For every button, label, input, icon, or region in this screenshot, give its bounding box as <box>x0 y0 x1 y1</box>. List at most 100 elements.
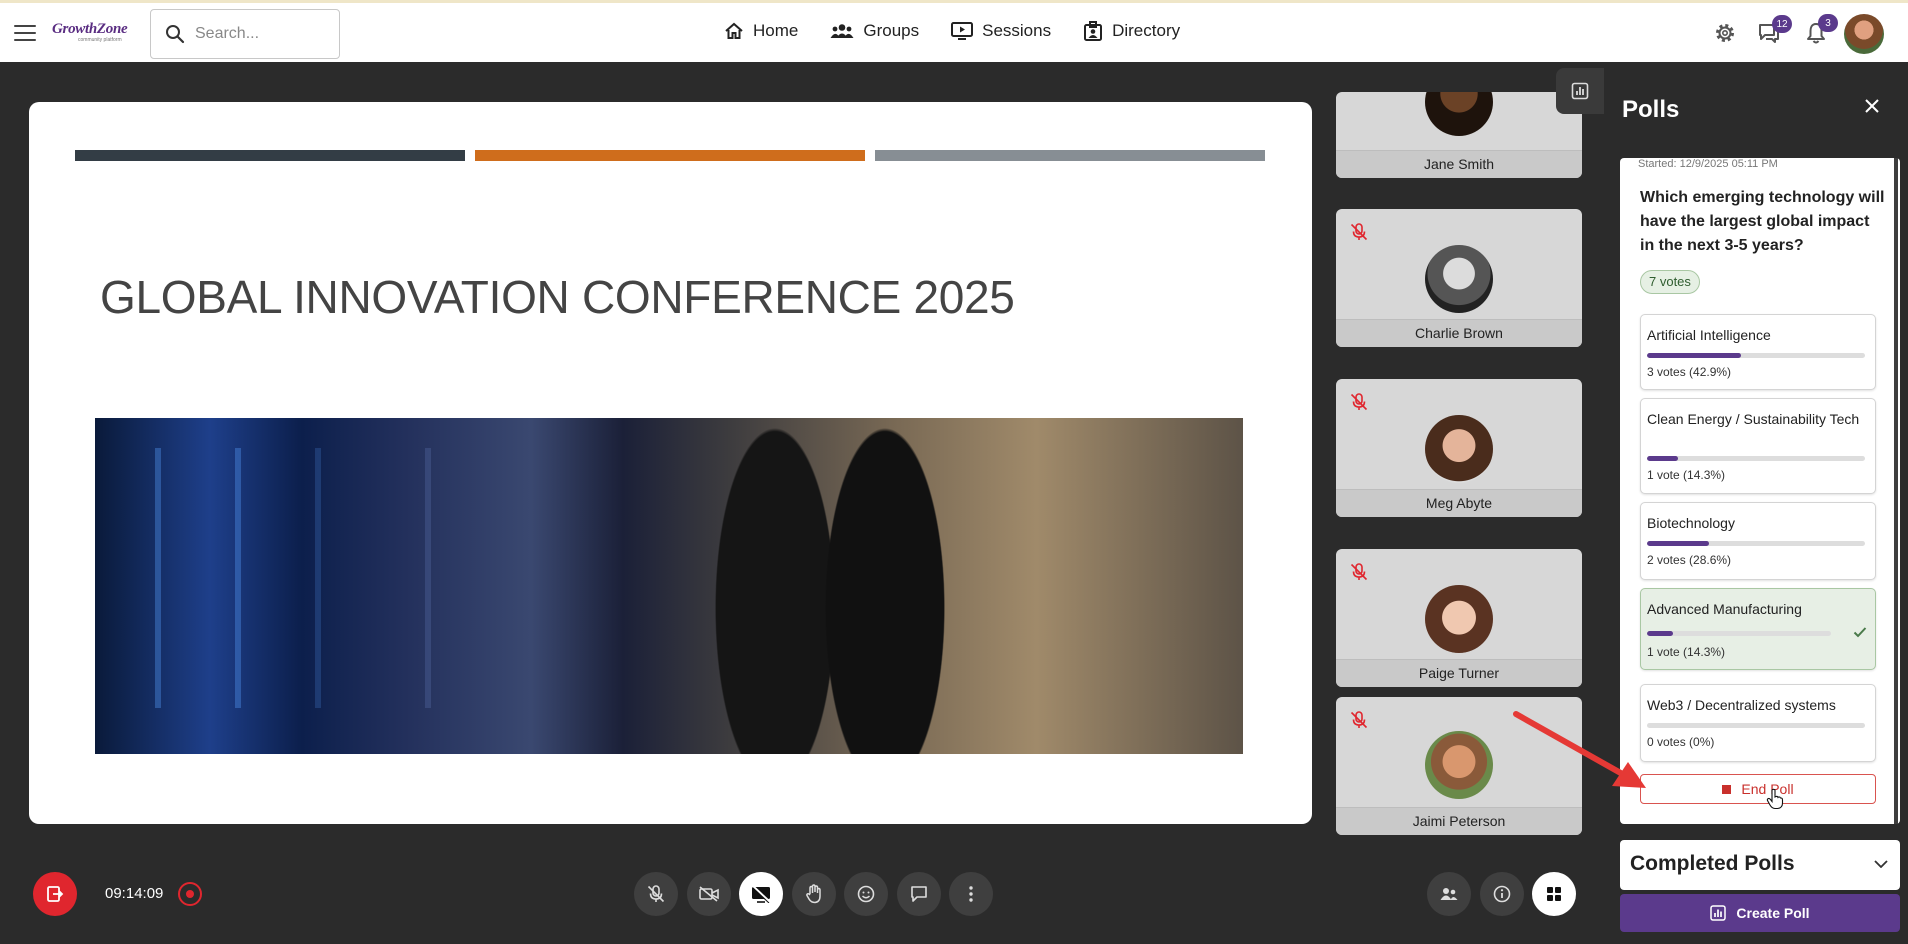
polls-panel: Polls Started: 12/9/2025 05:11 PM Which … <box>1606 62 1908 944</box>
nav-directory[interactable]: Directory <box>1083 21 1180 41</box>
poll-started-time: Started: 12/9/2025 05:11 PM <box>1638 158 1778 170</box>
search-input[interactable] <box>195 25 325 43</box>
participant-tile-meg-abyte[interactable]: Meg Abyte <box>1336 379 1582 517</box>
participant-avatar <box>1425 415 1493 483</box>
mic-off-icon <box>647 885 665 903</box>
gear-icon <box>1716 24 1734 42</box>
settings-button[interactable] <box>1714 22 1736 49</box>
search-box[interactable] <box>150 9 340 59</box>
end-poll-button[interactable]: End Poll <box>1640 774 1876 804</box>
top-navigation-bar: GrowthZone community platform Home Group… <box>0 0 1908 62</box>
leave-session-button[interactable] <box>33 872 77 916</box>
cursor-hand-icon <box>1766 788 1784 810</box>
poll-option-progress <box>1647 353 1865 358</box>
poll-option-count: 3 votes (42.9%) <box>1647 365 1732 379</box>
create-poll-button[interactable]: Create Poll <box>1620 894 1900 932</box>
session-timer: 09:14:09 <box>105 885 164 902</box>
emoji-icon <box>857 885 875 903</box>
nav-sessions[interactable]: Sessions <box>951 21 1051 41</box>
poll-option-label: Advanced Manufacturing <box>1647 601 1802 617</box>
mic-muted-icon <box>1350 223 1368 241</box>
nav-directory-label: Directory <box>1112 21 1181 40</box>
poll-option-selected[interactable]: Advanced Manufacturing 1 vote (14.3%) <box>1640 588 1876 670</box>
hand-icon <box>806 884 821 904</box>
poll-option-progress <box>1647 541 1865 546</box>
participant-tile-charlie-brown[interactable]: Charlie Brown <box>1336 209 1582 347</box>
screen-share-toggle-button[interactable] <box>739 872 783 916</box>
nav-sessions-label: Sessions <box>982 21 1052 40</box>
participant-name: Paige Turner <box>1336 659 1582 687</box>
poll-question: Which emerging technology will have the … <box>1640 189 1885 254</box>
poll-option-count: 2 votes (28.6%) <box>1647 553 1732 567</box>
nav-groups-label: Groups <box>863 21 920 40</box>
slide-title: GLOBAL INNOVATION CONFERENCE 2025 <box>100 271 1015 323</box>
nav-home[interactable]: Home <box>724 21 798 41</box>
close-icon[interactable] <box>1864 98 1880 114</box>
exit-icon <box>47 886 64 902</box>
active-poll-card: Started: 12/9/2025 05:11 PM Which emergi… <box>1620 158 1900 824</box>
participant-tile-jane-smith[interactable]: Jane Smith <box>1336 92 1582 178</box>
total-votes-badge: 7 votes <box>1640 270 1700 294</box>
camera-toggle-button[interactable] <box>687 872 731 916</box>
poll-option-count: 1 vote (14.3%) <box>1647 468 1726 482</box>
logo-subtext: community platform <box>78 37 122 43</box>
messages-button[interactable]: 12 <box>1758 15 1792 48</box>
hamburger-menu-icon[interactable] <box>14 25 36 41</box>
slide-accent-bar-3 <box>875 150 1265 161</box>
checkmark-icon <box>1853 627 1867 638</box>
poll-option-label: Web3 / Decentralized systems <box>1647 697 1836 713</box>
poll-option-progress <box>1647 631 1831 636</box>
nav-groups[interactable]: Groups <box>830 21 919 41</box>
mic-muted-icon <box>1350 393 1368 411</box>
video-off-icon <box>699 886 719 902</box>
notifications-button[interactable]: 3 <box>1806 14 1838 49</box>
poll-option-progress-fill <box>1647 541 1710 546</box>
poll-option[interactable]: Artificial Intelligence 3 votes (42.9%) <box>1640 314 1876 390</box>
completed-polls-accordion[interactable]: Completed Polls <box>1620 840 1900 890</box>
poll-option-progress-fill <box>1647 353 1741 358</box>
logo-text: GrowthZone <box>52 21 128 37</box>
participant-avatar <box>1425 585 1493 653</box>
annotation-arrow-icon <box>1513 711 1646 788</box>
sessions-icon <box>951 22 974 40</box>
poll-option-count: 1 vote (14.3%) <box>1647 645 1726 659</box>
poll-chart-icon <box>1571 82 1589 100</box>
participants-button[interactable] <box>1427 872 1471 916</box>
chat-button[interactable] <box>897 872 941 916</box>
toggle-polls-panel-button[interactable] <box>1556 68 1604 114</box>
layout-grid-button[interactable] <box>1532 872 1576 916</box>
raise-hand-button[interactable] <box>792 872 836 916</box>
stop-icon <box>1722 784 1732 794</box>
reactions-button[interactable] <box>844 872 888 916</box>
search-icon <box>166 25 185 44</box>
user-avatar[interactable] <box>1844 14 1884 54</box>
info-icon <box>1493 885 1511 903</box>
participant-avatar <box>1425 245 1493 313</box>
participant-tile-paige-turner[interactable]: Paige Turner <box>1336 549 1582 687</box>
poll-chart-icon <box>1710 905 1727 921</box>
chat-bubble-icon <box>911 886 927 902</box>
poll-option-progress-fill <box>1647 456 1679 461</box>
participant-name: Jane Smith <box>1336 150 1582 178</box>
participant-avatar <box>1425 92 1493 136</box>
record-icon <box>186 890 194 898</box>
poll-option-progress-fill <box>1647 631 1674 636</box>
messages-count-badge: 12 <box>1772 15 1792 33</box>
microphone-toggle-button[interactable] <box>634 872 678 916</box>
poll-option[interactable]: Web3 / Decentralized systems 0 votes (0%… <box>1640 684 1876 762</box>
more-options-button[interactable] <box>949 872 993 916</box>
more-vertical-icon <box>969 886 973 902</box>
session-info-button[interactable] <box>1480 872 1524 916</box>
home-icon <box>725 22 743 39</box>
grid-icon <box>1547 887 1561 901</box>
participant-name: Charlie Brown <box>1336 319 1582 347</box>
recording-indicator[interactable] <box>178 882 202 906</box>
slide-accent-bar-2 <box>475 150 865 161</box>
poll-option-label: Clean Energy / Sustainability Tech <box>1647 411 1860 427</box>
poll-option-progress <box>1647 456 1865 461</box>
poll-option-label: Biotechnology <box>1647 515 1735 531</box>
poll-option[interactable]: Biotechnology 2 votes (28.6%) <box>1640 502 1876 580</box>
growthzone-logo[interactable]: GrowthZone community platform <box>52 21 134 47</box>
poll-option[interactable]: Clean Energy / Sustainability Tech 1 vot… <box>1640 398 1876 494</box>
polls-scrollbar[interactable] <box>1894 158 1898 824</box>
